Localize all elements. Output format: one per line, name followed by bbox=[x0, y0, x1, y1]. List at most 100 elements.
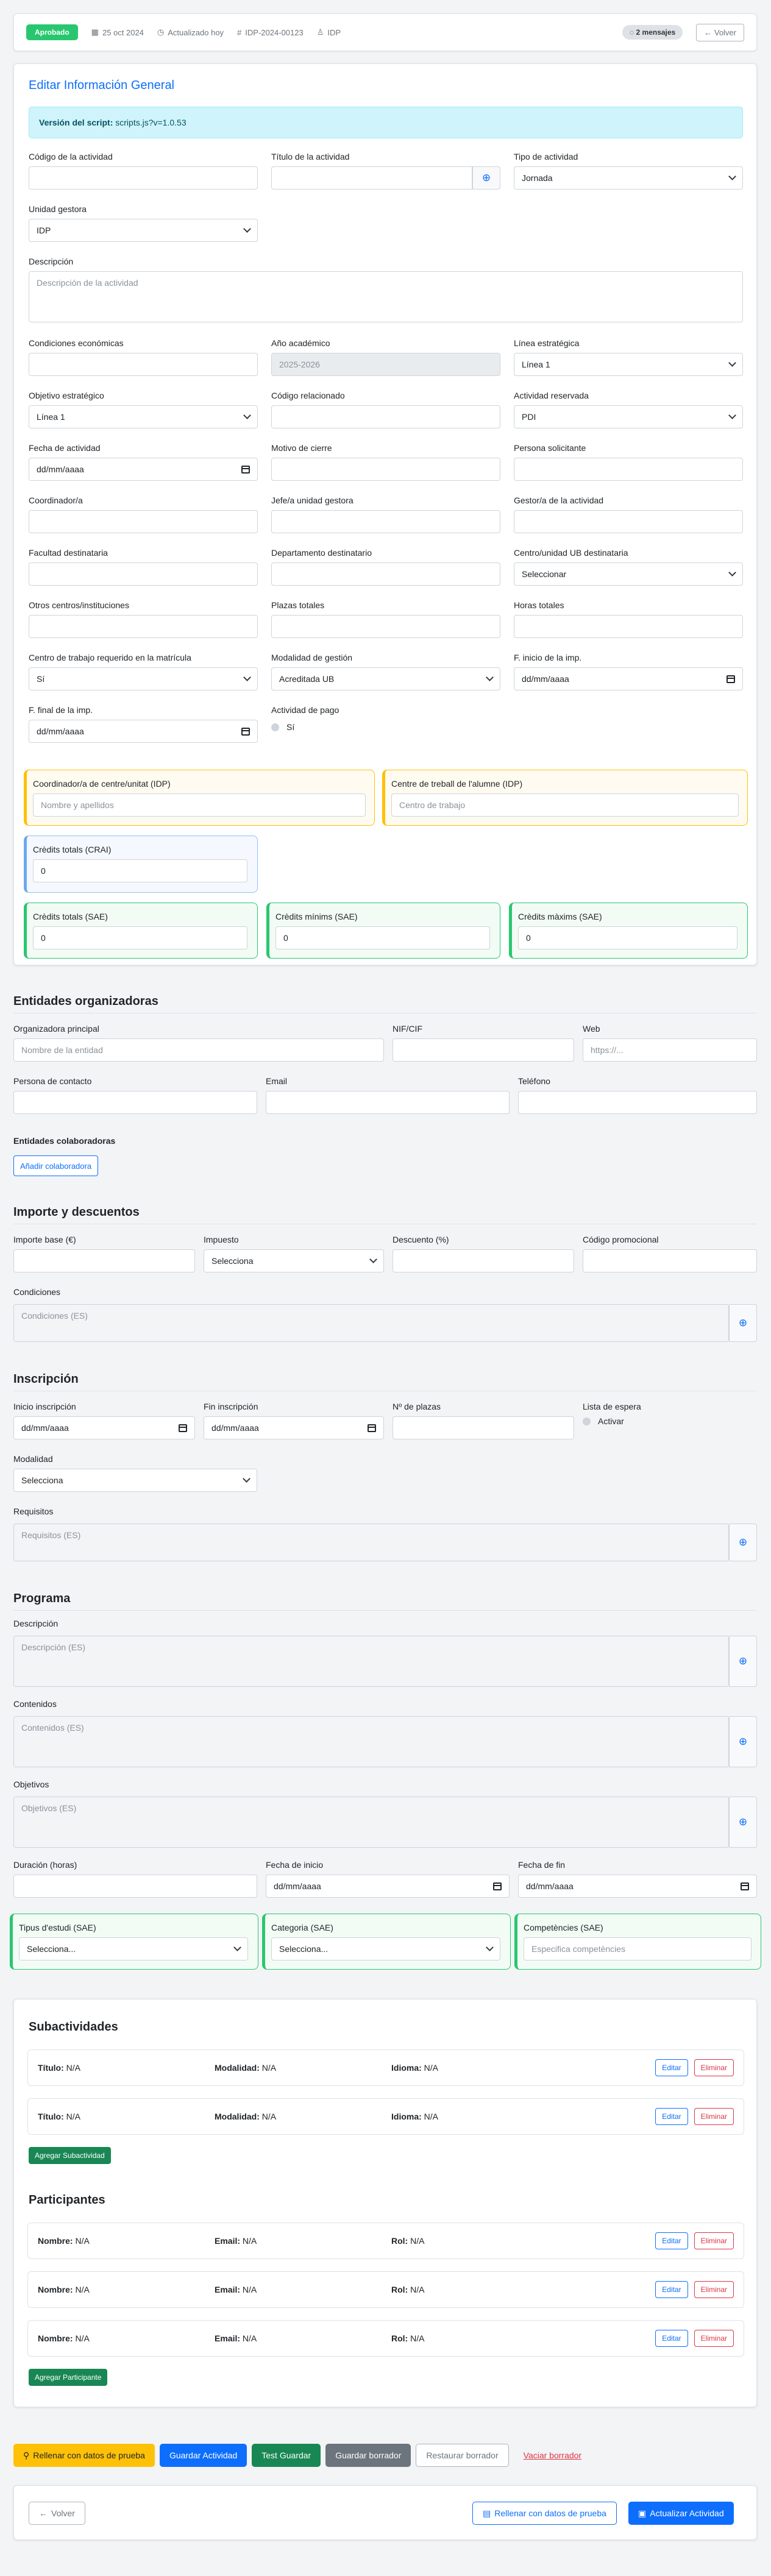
tipus-estudi-select[interactable]: Selecciona... bbox=[19, 1937, 248, 1960]
motivo-input[interactable] bbox=[271, 458, 500, 481]
add-subactividad-button[interactable]: Agregar Subactividad bbox=[29, 2147, 111, 2164]
messages-badge[interactable]: ◌ 2 mensajes bbox=[622, 25, 683, 40]
impuesto-select[interactable]: Selecciona bbox=[204, 1249, 384, 1272]
add-colaboradora-button[interactable]: Añadir colaboradora bbox=[13, 1155, 99, 1176]
horas-input[interactable] bbox=[514, 615, 743, 638]
field-codigo: Código de la actividad bbox=[29, 152, 258, 190]
codigo-input[interactable] bbox=[29, 166, 258, 190]
unidad-select[interactable]: IDP bbox=[29, 219, 258, 242]
inicio-inscripcion-input[interactable]: dd/mm/aaaa bbox=[13, 1416, 195, 1439]
back-button-top[interactable]: ← Volver bbox=[696, 23, 744, 41]
chevron-down-icon bbox=[243, 225, 251, 233]
update-activity-button[interactable]: ▣ Actualizar Actividad bbox=[628, 2502, 734, 2525]
organizadora-input[interactable]: Nombre de la entidad bbox=[13, 1038, 384, 1062]
otros-centros-input[interactable] bbox=[29, 615, 258, 638]
centro-trabajo-select[interactable]: Sí bbox=[29, 667, 258, 690]
calendar-icon bbox=[241, 465, 250, 474]
save-draft-button[interactable]: Guardar borrador bbox=[325, 2444, 411, 2467]
restore-draft-button[interactable]: Restaurar borrador bbox=[416, 2444, 509, 2467]
globe-icon[interactable]: ⊕ bbox=[729, 1636, 757, 1687]
telefono-input[interactable] bbox=[518, 1091, 757, 1114]
edit-participante-button[interactable]: Editar bbox=[655, 2281, 688, 2298]
delete-participante-button[interactable]: Eliminar bbox=[694, 2232, 734, 2249]
globe-icon[interactable]: ⊕ bbox=[472, 166, 500, 190]
condiciones-textarea[interactable]: Condiciones (ES) bbox=[13, 1304, 729, 1342]
chevron-down-icon bbox=[728, 359, 736, 367]
fecha-actividad-input[interactable]: dd/mm/aaaa bbox=[29, 458, 258, 481]
modalidad-select[interactable]: Selecciona bbox=[13, 1469, 257, 1492]
delete-participante-button[interactable]: Eliminar bbox=[694, 2330, 734, 2347]
idp-centre-input[interactable]: Centro de trabajo bbox=[391, 793, 739, 817]
globe-icon[interactable]: ⊕ bbox=[729, 1524, 757, 1561]
promo-input[interactable] bbox=[583, 1249, 757, 1272]
field-titulo: Título de la actividad ⊕ bbox=[271, 152, 500, 190]
fin-inscripcion-input[interactable]: dd/mm/aaaa bbox=[204, 1416, 384, 1439]
jefe-input[interactable] bbox=[271, 510, 500, 533]
descripcion-textarea[interactable]: Descripción de la actividad bbox=[29, 271, 743, 322]
persona-input[interactable] bbox=[514, 458, 743, 481]
pago-radio[interactable] bbox=[271, 723, 279, 731]
empty-draft-button[interactable]: Vaciar borrador bbox=[514, 2444, 591, 2467]
globe-icon[interactable]: ⊕ bbox=[729, 1716, 757, 1767]
back-button-footer[interactable]: ← Volver bbox=[29, 2502, 85, 2525]
contacto-input[interactable] bbox=[13, 1091, 257, 1114]
globe-icon[interactable]: ⊕ bbox=[729, 1304, 757, 1342]
field-unidad: Unidad gestora IDP bbox=[29, 204, 258, 242]
reservada-select[interactable]: PDI bbox=[514, 405, 743, 428]
codigo-relacionado-input[interactable] bbox=[271, 405, 500, 428]
fecha-final-imp-input[interactable]: dd/mm/aaaa bbox=[29, 720, 258, 743]
fill-test-data-button[interactable]: ⚲ Rellenar con datos de prueba bbox=[13, 2444, 155, 2467]
titulo-input[interactable] bbox=[271, 166, 472, 190]
delete-participante-button[interactable]: Eliminar bbox=[694, 2281, 734, 2298]
save-activity-button[interactable]: Guardar Actividad bbox=[159, 2444, 247, 2467]
calendar-icon bbox=[241, 727, 250, 736]
plazas-input[interactable] bbox=[271, 615, 500, 638]
fecha-fin-input[interactable]: dd/mm/aaaa bbox=[518, 1875, 757, 1898]
edit-subactividad-button[interactable]: Editar bbox=[655, 2108, 688, 2125]
sae-totals-input[interactable]: 0 bbox=[33, 926, 247, 949]
objetivos-textarea[interactable]: Objetivos (ES) bbox=[13, 1797, 729, 1848]
condiciones-input[interactable] bbox=[29, 353, 258, 376]
globe-icon[interactable]: ⊕ bbox=[729, 1797, 757, 1848]
lista-espera-toggle[interactable] bbox=[583, 1417, 591, 1425]
edit-subactividad-button[interactable]: Editar bbox=[655, 2059, 688, 2076]
delete-subactividad-button[interactable]: Eliminar bbox=[694, 2059, 734, 2076]
crai-creditos-input[interactable]: 0 bbox=[33, 859, 247, 882]
programa-descripcion-textarea[interactable]: Descripción (ES) bbox=[13, 1636, 729, 1687]
sae-maxims-input[interactable]: 0 bbox=[518, 926, 737, 949]
idp-coordinador-input[interactable]: Nombre y apellidos bbox=[33, 793, 366, 817]
requisitos-textarea[interactable]: Requisitos (ES) bbox=[13, 1524, 729, 1561]
edit-participante-button[interactable]: Editar bbox=[655, 2330, 688, 2347]
edit-participante-button[interactable]: Editar bbox=[655, 2232, 688, 2249]
sae-minims-input[interactable]: 0 bbox=[275, 926, 490, 949]
departamento-input[interactable] bbox=[271, 562, 500, 586]
gestor-input[interactable] bbox=[514, 510, 743, 533]
importe-base-input[interactable] bbox=[13, 1249, 195, 1272]
coordinador-input[interactable] bbox=[29, 510, 258, 533]
linea-select[interactable]: Línea 1 bbox=[514, 353, 743, 376]
modalidad-gestion-select[interactable]: Acreditada UB bbox=[271, 667, 500, 690]
add-participante-button[interactable]: Agregar Participante bbox=[29, 2369, 108, 2386]
descuento-input[interactable] bbox=[393, 1249, 574, 1272]
email-input[interactable] bbox=[266, 1091, 510, 1114]
test-save-button[interactable]: Test Guardar bbox=[252, 2444, 321, 2467]
objetivo-select[interactable]: Línea 1 bbox=[29, 405, 258, 428]
delete-subactividad-button[interactable]: Eliminar bbox=[694, 2108, 734, 2125]
centro-select[interactable]: Seleccionar bbox=[514, 562, 743, 586]
duracion-input[interactable] bbox=[13, 1875, 257, 1898]
facultad-input[interactable] bbox=[29, 562, 258, 586]
num-plazas-input[interactable] bbox=[393, 1416, 574, 1439]
fecha-inicio-imp-input[interactable]: dd/mm/aaaa bbox=[514, 667, 743, 690]
subactividad-row: Título: N/A Modalidad: N/A Idioma: N/A E… bbox=[27, 2098, 744, 2135]
fill-test-data-footer-button[interactable]: ▤ Rellenar con datos de prueba bbox=[472, 2502, 617, 2525]
fecha-inicio-input[interactable]: dd/mm/aaaa bbox=[266, 1875, 510, 1898]
contenidos-textarea[interactable]: Contenidos (ES) bbox=[13, 1716, 729, 1767]
chevron-down-icon bbox=[486, 1943, 494, 1951]
save-icon: ▣ bbox=[638, 2508, 647, 2518]
web-input[interactable]: https://... bbox=[583, 1038, 757, 1062]
categoria-select[interactable]: Selecciona... bbox=[271, 1937, 500, 1960]
nif-input[interactable] bbox=[393, 1038, 574, 1062]
competencies-input[interactable]: Especifica competències bbox=[524, 1937, 751, 1960]
calendar-icon bbox=[179, 1424, 187, 1432]
tipo-select[interactable]: Jornada bbox=[514, 166, 743, 190]
